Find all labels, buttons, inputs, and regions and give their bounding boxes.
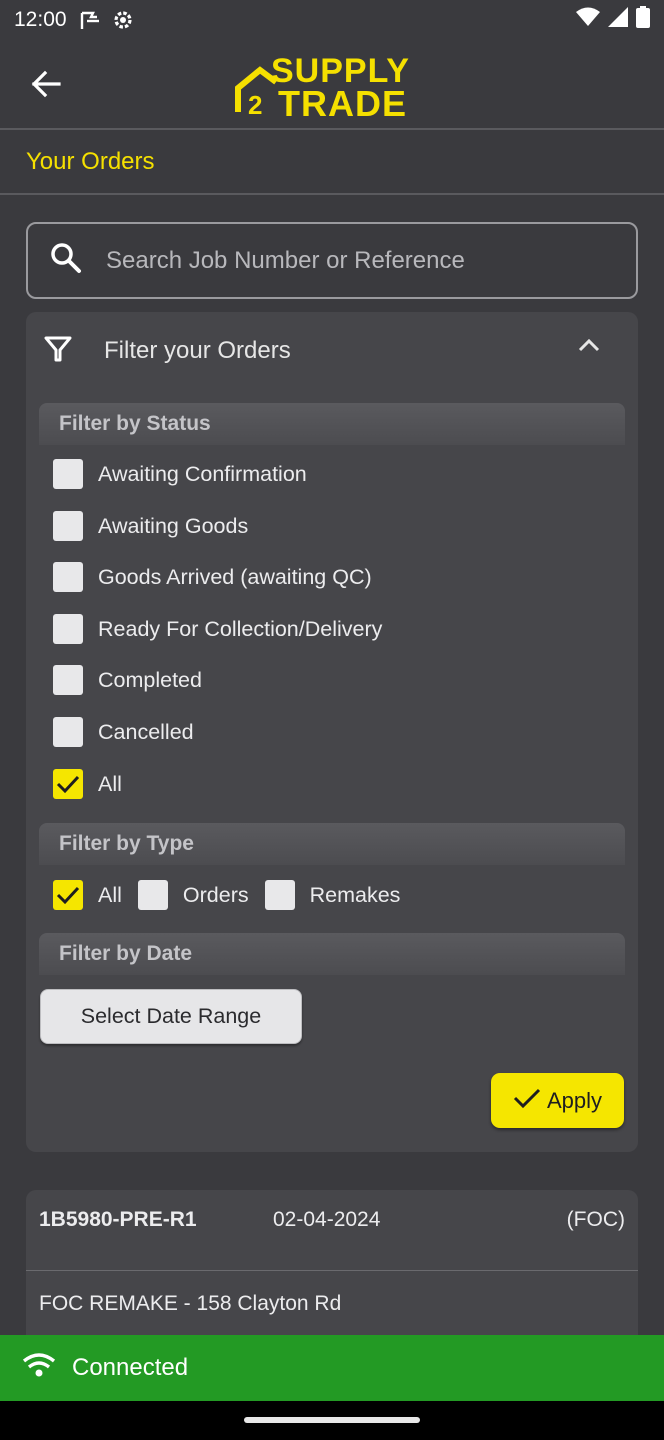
check-icon — [513, 1087, 541, 1115]
checkbox[interactable] — [53, 562, 83, 592]
wifi-icon — [576, 7, 600, 33]
status-option-completed[interactable]: Completed — [53, 660, 202, 700]
status-bar: 12:00 — [0, 0, 664, 40]
checkbox[interactable] — [137, 880, 168, 910]
type-option-orders[interactable]: Orders — [137, 880, 249, 910]
status-option-label: Ready For Collection/Delivery — [98, 616, 383, 641]
home-gesture-handle[interactable] — [244, 1417, 420, 1423]
filter-type-header: Filter by Type — [39, 823, 625, 865]
status-option-label: Completed — [98, 667, 202, 692]
select-date-range-label: Select Date Range — [80, 1004, 262, 1028]
checkbox[interactable] — [53, 717, 83, 747]
status-option-label: Awaiting Confirmation — [98, 461, 307, 486]
select-date-range-button[interactable]: Select Date Range — [40, 989, 302, 1044]
status-option-all[interactable]: All — [53, 764, 122, 804]
checkbox[interactable] — [53, 511, 83, 541]
checkmark-icon — [56, 886, 80, 905]
system-nav-bar — [0, 1401, 664, 1440]
type-option-all[interactable]: All — [53, 880, 122, 910]
arrow-left-icon — [31, 70, 61, 103]
page-title-bar: Your Orders — [0, 130, 664, 195]
type-option-label: Orders — [182, 882, 249, 907]
status-option-goods-arrived[interactable]: Goods Arrived (awaiting QC) — [53, 557, 372, 597]
filter-funnel-icon — [44, 335, 72, 368]
filter-date-header: Filter by Date — [39, 933, 625, 975]
status-option-ready-for-collection[interactable]: Ready For Collection/Delivery — [53, 609, 382, 649]
page-title: Your Orders — [26, 147, 155, 175]
status-option-label: Goods Arrived (awaiting QC) — [98, 564, 372, 589]
order-job-number: 1B5980-PRE-R1 — [39, 1208, 197, 1231]
apply-button[interactable]: Apply — [491, 1073, 624, 1128]
checkbox[interactable] — [53, 665, 83, 695]
filter-date-header-label: Filter by Date — [59, 942, 193, 965]
search-icon — [50, 242, 82, 279]
status-option-label: Cancelled — [98, 719, 194, 744]
checkbox[interactable] — [53, 459, 83, 489]
connection-status-label: Connected — [72, 1354, 189, 1381]
type-option-label: Remakes — [309, 882, 401, 907]
clock: 12:00 — [14, 8, 67, 31]
search-input[interactable] — [106, 246, 586, 275]
divider — [26, 1270, 638, 1271]
chevron-up-icon[interactable] — [578, 338, 600, 357]
order-description: FOC REMAKE - 158 Clayton Rd — [39, 1292, 342, 1315]
back-button[interactable] — [26, 66, 66, 106]
status-option-awaiting-goods[interactable]: Awaiting Goods — [53, 506, 248, 546]
filter-panel: Filter your Orders Filter by Status Awai… — [26, 312, 638, 1152]
status-option-label: Awaiting Goods — [98, 513, 249, 538]
connection-status-bar: Connected — [0, 1335, 664, 1401]
filter-type-header-label: Filter by Type — [59, 832, 194, 855]
order-date: 02-04-2024 — [273, 1208, 381, 1231]
apply-label: Apply — [546, 1087, 603, 1113]
filter-status-header-label: Filter by Status — [59, 412, 211, 435]
checkbox[interactable] — [53, 614, 83, 644]
filter-status-header: Filter by Status — [39, 403, 625, 445]
search-box[interactable] — [26, 222, 638, 299]
status-option-label: All — [98, 771, 122, 796]
type-options: All Orders Remakes — [53, 875, 416, 915]
checkbox-checked[interactable] — [53, 880, 83, 910]
gear-icon — [111, 8, 135, 32]
signal-icon — [608, 7, 628, 33]
logo-text-trade: TRADE — [278, 83, 407, 120]
filter-toggle[interactable]: Filter your Orders — [26, 312, 638, 390]
logo-text-number: 2 — [248, 90, 262, 120]
checkbox[interactable] — [264, 880, 295, 910]
app-bar: SUPPLY 2 TRADE — [0, 40, 664, 130]
order-tag: (FOC) — [566, 1208, 625, 1231]
battery-icon — [636, 6, 650, 34]
supply2trade-logo: SUPPLY 2 TRADE — [234, 50, 434, 124]
status-option-awaiting-confirmation[interactable]: Awaiting Confirmation — [53, 454, 307, 494]
order-card[interactable]: 1B5980-PRE-R1 02-04-2024 (FOC) FOC REMAK… — [26, 1190, 638, 1340]
checkbox-checked[interactable] — [53, 769, 83, 799]
status-option-cancelled[interactable]: Cancelled — [53, 712, 194, 752]
wifi-icon — [22, 1352, 56, 1385]
checkmark-icon — [56, 775, 80, 794]
flag-icon — [79, 9, 103, 31]
filter-title: Filter your Orders — [104, 337, 291, 364]
type-option-remakes[interactable]: Remakes — [264, 880, 401, 910]
type-option-label: All — [98, 882, 122, 907]
